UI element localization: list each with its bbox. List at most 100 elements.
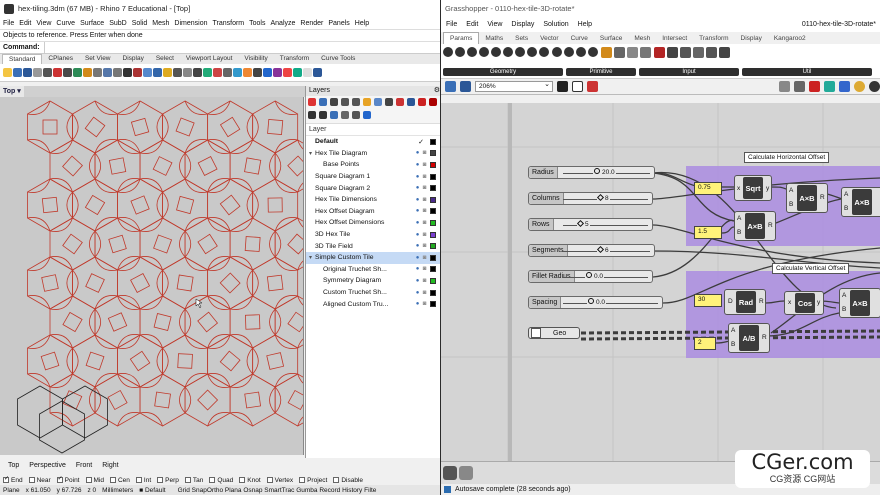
panel-2[interactable]: 2 xyxy=(694,337,716,350)
toolbar-tab-select[interactable]: Select xyxy=(150,54,180,64)
toolbar-tab-cplanes[interactable]: CPlanes xyxy=(42,54,79,64)
layer-visible-icon[interactable]: ● xyxy=(414,290,421,296)
div-output-r[interactable]: R xyxy=(762,334,767,341)
menu-render[interactable]: Render xyxy=(300,20,323,27)
div-input-b[interactable]: B xyxy=(731,341,735,348)
mult1-output-r[interactable]: R xyxy=(768,222,773,229)
paste-icon[interactable] xyxy=(73,68,82,77)
layer-row[interactable]: Custom Truchet Sh... ● ◙ xyxy=(306,287,440,299)
layer-color-swatch[interactable] xyxy=(430,208,436,215)
layer-visible-icon[interactable]: ● xyxy=(414,162,421,168)
layer-color-swatch[interactable] xyxy=(430,161,436,168)
lightbulb-icon[interactable] xyxy=(163,68,172,77)
help-icon[interactable] xyxy=(303,68,312,77)
layer-visible-icon[interactable]: ● xyxy=(414,220,421,226)
slider-rows[interactable]: Rows 5 xyxy=(528,218,653,231)
layer-color-swatch[interactable] xyxy=(430,231,436,238)
panel-30[interactable]: 30 xyxy=(694,294,722,307)
pan-icon[interactable] xyxy=(103,68,112,77)
layer-row[interactable]: ▾ Hex Tile Diagram ● ◙ xyxy=(306,148,440,160)
arrow-left-icon[interactable] xyxy=(680,47,691,58)
status-plane[interactable]: Plane xyxy=(3,487,20,494)
osnap-disable[interactable]: Disable xyxy=(333,477,363,484)
layer-visible-icon[interactable]: ● xyxy=(414,243,421,249)
slider-value[interactable]: 6 xyxy=(597,246,610,255)
layer-name[interactable]: Symmetry Diagram xyxy=(315,277,414,284)
preview-wire-icon[interactable] xyxy=(794,81,805,92)
funnel-icon[interactable] xyxy=(330,111,338,119)
gh-menu-file[interactable]: File xyxy=(446,21,457,28)
osnap-checkbox[interactable] xyxy=(266,477,273,483)
cycle-icon[interactable] xyxy=(341,111,349,119)
layer-name[interactable]: Base Points xyxy=(315,161,414,168)
layer-color-icon[interactable] xyxy=(407,98,415,106)
triangle-down-icon[interactable] xyxy=(308,111,316,119)
mult2-output-r[interactable]: R xyxy=(820,194,825,201)
layer-row[interactable]: 3D Hex Tile ● ◙ xyxy=(306,229,440,241)
osnap-checkbox[interactable] xyxy=(56,475,63,483)
layer-row[interactable]: Base Points ● ◙ xyxy=(306,159,440,171)
layer-visible-icon[interactable]: ● xyxy=(414,255,421,261)
layer-visible-icon[interactable]: ● xyxy=(414,174,421,180)
layer-color-swatch[interactable] xyxy=(430,185,436,192)
zoom-window-icon[interactable] xyxy=(133,68,142,77)
layer-name[interactable]: Hex Tile Diagram xyxy=(315,150,414,157)
gh-menu-display[interactable]: Display xyxy=(511,21,534,28)
sketch-pen-icon[interactable] xyxy=(587,81,598,92)
menu-surface[interactable]: Surface xyxy=(80,20,104,27)
plane-param-icon[interactable] xyxy=(515,47,525,57)
delete-layer-icon[interactable] xyxy=(330,98,338,106)
new-sublayer-icon[interactable] xyxy=(319,98,327,106)
command-line[interactable]: Command: xyxy=(0,41,440,53)
slider-segments[interactable]: Segments 6 xyxy=(528,244,655,257)
osnap-checkbox[interactable] xyxy=(239,477,246,483)
gh-menu-help[interactable]: Help xyxy=(578,21,592,28)
layer-visible-icon[interactable]: ● xyxy=(414,208,421,214)
layer-name[interactable]: Default xyxy=(315,138,414,145)
new-layer-icon[interactable] xyxy=(308,98,316,106)
line-param-icon[interactable] xyxy=(503,47,513,57)
cos-output-y[interactable]: y xyxy=(817,299,820,306)
layer-lock-icon[interactable]: ◙ xyxy=(421,150,428,156)
curve-icon[interactable] xyxy=(203,68,212,77)
slider-value[interactable]: 20.0 xyxy=(593,168,616,177)
relay-icon[interactable] xyxy=(706,47,717,58)
osnap-checkbox[interactable] xyxy=(184,477,191,483)
layer-row[interactable]: Square Diagram 2 ● ◙ xyxy=(306,182,440,194)
gh-tab-intersect[interactable]: Intersect xyxy=(656,33,693,44)
panel-1-5[interactable]: 1.5 xyxy=(694,226,722,239)
zoom-level[interactable]: 206% xyxy=(475,80,553,92)
layer-color-swatch[interactable] xyxy=(430,138,436,145)
viewport-tab-right[interactable]: Right xyxy=(102,462,118,469)
gh-tab-display[interactable]: Display xyxy=(735,33,768,44)
slider-track[interactable] xyxy=(563,303,658,304)
osnap-checkbox[interactable] xyxy=(135,477,142,483)
top-viewport[interactable] xyxy=(0,97,304,455)
layer-name[interactable]: Square Diagram 2 xyxy=(315,185,414,192)
color-icon[interactable] xyxy=(283,68,292,77)
layer-lock-icon[interactable]: ◙ xyxy=(421,232,428,238)
layer-row[interactable]: Square Diagram 1 ● ◙ xyxy=(306,171,440,183)
display-icon[interactable] xyxy=(839,81,850,92)
osnap-near[interactable]: Near xyxy=(28,477,51,484)
text-param-icon[interactable] xyxy=(588,47,598,57)
swap-icon[interactable] xyxy=(693,47,704,58)
cos-input-x[interactable]: x xyxy=(788,299,791,306)
zoom-extents-icon[interactable] xyxy=(143,68,152,77)
point-icon[interactable] xyxy=(183,68,192,77)
mult3-input-b[interactable]: B xyxy=(844,205,848,212)
select-objects-icon[interactable] xyxy=(396,98,404,106)
sqrt-input-x[interactable]: x xyxy=(737,185,740,192)
menu-mesh[interactable]: Mesh xyxy=(152,20,169,27)
layer-name[interactable]: Hex Offset Dimensions xyxy=(315,219,414,226)
layer-row[interactable]: Hex Offset Diagram ● ◙ xyxy=(306,206,440,218)
gh-menu-edit[interactable]: Edit xyxy=(466,21,478,28)
osnap-checkbox[interactable] xyxy=(3,475,9,483)
gh-tab-transform[interactable]: Transform xyxy=(693,33,734,44)
rectangle-icon[interactable] xyxy=(223,68,232,77)
toolbar-tab-visibility[interactable]: Visibility xyxy=(238,54,273,64)
osnap-tan[interactable]: Tan xyxy=(184,477,203,484)
status-units[interactable]: Millimeters xyxy=(102,487,133,494)
gh-tab-curve[interactable]: Curve xyxy=(565,33,594,44)
layers-tab[interactable]: Layers xyxy=(309,86,330,96)
